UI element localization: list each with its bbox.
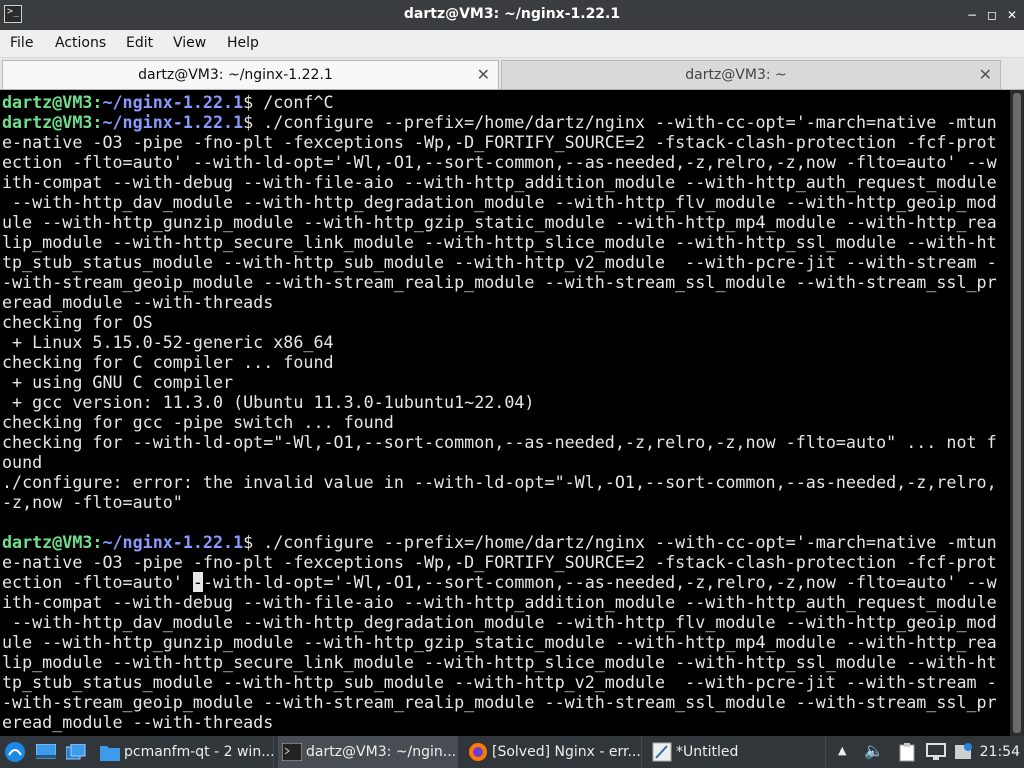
folder-icon bbox=[100, 746, 120, 761]
text-cursor: - bbox=[192, 572, 203, 592]
minimize-button[interactable]: − bbox=[964, 7, 980, 23]
terminal-line: checking for C compiler ... found bbox=[2, 352, 334, 372]
clipboard-icon[interactable] bbox=[898, 736, 920, 768]
start-menu-button[interactable] bbox=[4, 736, 28, 768]
terminal-line: lip_module --with-http_secure_link_modul… bbox=[2, 652, 997, 672]
terminal-line: checking for gcc -pipe switch ... found bbox=[2, 412, 394, 432]
terminal-line: lip_module --with-http_secure_link_modul… bbox=[2, 232, 997, 252]
terminal-output[interactable]: dartz@VM3:~/nginx-1.22.1$ /conf^C dartz@V… bbox=[0, 90, 1010, 736]
terminal-line: ith-compat --with-debug --with-file-aio … bbox=[2, 592, 997, 612]
terminal-line: eread_module --with-threads bbox=[2, 712, 274, 732]
terminal-line: ith-compat --with-debug --with-file-aio … bbox=[2, 172, 997, 192]
task-pcmanfm[interactable]: pcmanfm-qt - 2 win... bbox=[96, 736, 275, 768]
terminal-line: ule --with-http_gunzip_module --with-htt… bbox=[2, 632, 997, 652]
terminal-line: -z,now -flto=auto" bbox=[2, 492, 183, 512]
terminal-line: checking for --with-ld-opt="-Wl,-O1,--so… bbox=[2, 432, 997, 452]
task-label: pcmanfm-qt - 2 win... bbox=[124, 744, 275, 760]
tab-home[interactable]: dartz@VM3: ~ ✕ bbox=[501, 60, 1001, 89]
terminal-lines: dartz@VM3:~/nginx-1.22.1$ /conf^C dartz@V… bbox=[2, 92, 997, 732]
window-list-button[interactable] bbox=[66, 736, 90, 768]
terminal-line: dartz@VM3:~/nginx-1.22.1$ ./configure --… bbox=[2, 532, 997, 552]
terminal-line: -with-stream_geoip_module --with-stream_… bbox=[2, 272, 997, 292]
menu-edit[interactable]: Edit bbox=[126, 35, 153, 51]
terminal-scrollbar[interactable] bbox=[1010, 90, 1024, 736]
terminal-line: e-native -O3 -pipe -fno-plt -fexceptions… bbox=[2, 552, 997, 572]
close-tab-icon[interactable]: ✕ bbox=[477, 65, 490, 84]
maximize-button[interactable]: ◻ bbox=[984, 7, 1000, 23]
terminal-icon bbox=[282, 743, 302, 761]
prompt-path: ~/nginx-1.22.1 bbox=[102, 532, 244, 552]
terminal-line: + using GNU C compiler bbox=[2, 372, 234, 392]
text-editor-icon bbox=[652, 742, 672, 762]
menu-bar: File Actions Edit View Help bbox=[0, 30, 1024, 58]
window-title: dartz@VM3: ~/nginx-1.22.1 bbox=[403, 6, 621, 22]
terminal-line: + gcc version: 11.3.0 (Ubuntu 11.3.0-1ub… bbox=[2, 392, 535, 412]
show-desktop-button[interactable] bbox=[36, 736, 60, 768]
close-window-button[interactable]: ✕ bbox=[1004, 7, 1020, 23]
terminal-line: tp_stub_status_module --with-http_sub_mo… bbox=[2, 672, 997, 692]
firefox-icon bbox=[469, 743, 487, 761]
tray-arrow-icon[interactable]: ▲ bbox=[836, 736, 852, 768]
clock[interactable]: 21:54 bbox=[980, 744, 1020, 760]
terminal-line: ection -flto=auto' --with-ld-opt='-Wl,-O… bbox=[2, 572, 997, 592]
terminal-line: dartz@VM3:~/nginx-1.22.1$ /conf^C bbox=[2, 92, 997, 112]
terminal-line: ound bbox=[2, 452, 43, 472]
command-text: $ /conf^C bbox=[243, 92, 334, 112]
lubuntu-logo-icon bbox=[5, 742, 25, 762]
menu-view[interactable]: View bbox=[173, 35, 206, 51]
terminal-line: ection -flto=auto' --with-ld-opt='-Wl,-O… bbox=[2, 152, 997, 172]
terminal-line: --with-http_dav_module --with-http_degra… bbox=[2, 192, 997, 212]
prompt-user: dartz@VM3: bbox=[2, 92, 103, 112]
scrollbar-thumb[interactable] bbox=[1013, 93, 1021, 733]
network-icon[interactable] bbox=[926, 736, 948, 768]
close-tab-icon[interactable]: ✕ bbox=[979, 65, 992, 84]
tab-nginx[interactable]: dartz@VM3: ~/nginx-1.22.1 ✕ bbox=[2, 60, 499, 89]
task-terminal[interactable]: dartz@VM3: ~/ngin... bbox=[278, 736, 458, 768]
terminal-line: -with-stream_geoip_module --with-stream_… bbox=[2, 692, 997, 712]
menu-file[interactable]: File bbox=[10, 35, 33, 51]
update-notifier-icon[interactable] bbox=[954, 736, 976, 768]
tab-label: dartz@VM3: ~ bbox=[685, 67, 787, 83]
terminal-line: checking for OS bbox=[2, 312, 153, 332]
terminal-line: + Linux 5.15.0-52-generic x86_64 bbox=[2, 332, 334, 352]
task-label: dartz@VM3: ~/ngin... bbox=[306, 744, 457, 760]
desktop-icon bbox=[36, 744, 56, 759]
prompt-user: dartz@VM3: bbox=[2, 112, 103, 132]
volume-icon[interactable]: 🔈 bbox=[862, 736, 884, 768]
taskbar: pcmanfm-qt - 2 win... dartz@VM3: ~/ngin.… bbox=[0, 736, 1024, 768]
task-label: [Solved] Nginx - err... bbox=[492, 744, 641, 760]
title-bar: >_ dartz@VM3: ~/nginx-1.22.1 − ◻ ✕ bbox=[0, 0, 1024, 30]
task-firefox[interactable]: [Solved] Nginx - err... bbox=[462, 736, 642, 768]
windows-icon bbox=[66, 744, 86, 760]
prompt-path: ~/nginx-1.22.1 bbox=[102, 112, 244, 132]
prompt-path: ~/nginx-1.22.1 bbox=[102, 92, 244, 112]
terminal-line: dartz@VM3:~/nginx-1.22.1$ ./configure --… bbox=[2, 112, 997, 132]
terminal-line: ule --with-http_gunzip_module --with-htt… bbox=[2, 212, 997, 232]
terminal-line: ./configure: error: the invalid value in… bbox=[2, 472, 997, 492]
terminal-line: tp_stub_status_module --with-http_sub_mo… bbox=[2, 252, 997, 272]
task-label: *Untitled bbox=[676, 744, 739, 760]
menu-actions[interactable]: Actions bbox=[55, 35, 106, 51]
prompt-user: dartz@VM3: bbox=[2, 532, 103, 552]
command-text: $ ./configure --prefix=/home/dartz/nginx… bbox=[243, 112, 997, 132]
menu-help[interactable]: Help bbox=[227, 35, 259, 51]
command-text: $ ./configure --prefix=/home/dartz/nginx… bbox=[243, 532, 997, 552]
task-text-editor[interactable]: *Untitled bbox=[646, 736, 826, 768]
terminal-line: e-native -O3 -pipe -fno-plt -fexceptions… bbox=[2, 132, 997, 152]
tab-bar: dartz@VM3: ~/nginx-1.22.1 ✕ dartz@VM3: ~… bbox=[0, 58, 1024, 90]
terminal-line: --with-http_dav_module --with-http_degra… bbox=[2, 612, 997, 632]
terminal-line: eread_module --with-threads bbox=[2, 292, 274, 312]
tab-label: dartz@VM3: ~/nginx-1.22.1 bbox=[138, 67, 333, 83]
